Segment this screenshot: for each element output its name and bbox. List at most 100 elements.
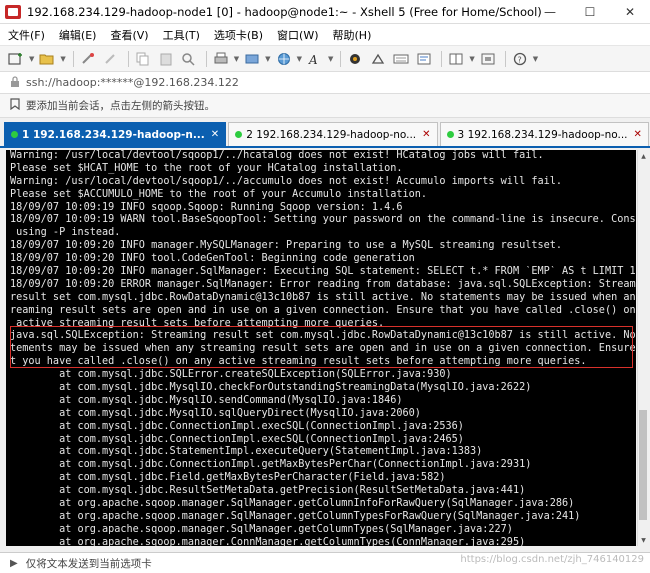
terminal-line: at com.mysql.jdbc.ResultSetMetaData.getP… xyxy=(10,485,526,497)
menu-tools[interactable]: 工具(T) xyxy=(163,27,200,43)
terminal-line: at com.mysql.jdbc.ConnectionImpl.execSQL… xyxy=(10,433,464,445)
tab-bar: 1 192.168.234.129-hadoop-n... ✕ 2 192.16… xyxy=(0,118,650,148)
tab-label: 192.168.234.129-hadoop-no... xyxy=(467,128,628,141)
tab-number: 1 xyxy=(22,128,30,141)
terminal-line: 18/09/07 10:09:19 WARN tool.BaseSqoopToo… xyxy=(10,214,636,226)
toolbar: ▼ ▼ ▼ ▼ ▼ A ▼ ▼ ? ▼ xyxy=(0,46,650,72)
tab-session-2[interactable]: 2 192.168.234.129-hadoop-no... ✕ xyxy=(228,122,438,146)
terminal-output[interactable]: Warning: /usr/local/devtool/sqoop1/../hc… xyxy=(6,150,636,546)
watermark: https://blog.csdn.net/zjh_746140129 xyxy=(460,554,644,565)
reconnect-icon[interactable] xyxy=(78,50,98,68)
window-controls: — ☐ ✕ xyxy=(530,0,650,24)
terminal-line: at com.mysql.jdbc.StatementImpl.executeQ… xyxy=(10,446,483,458)
hint-text: 要添加当前会话，点击左侧的箭头按钮。 xyxy=(26,100,215,112)
disconnect-icon[interactable] xyxy=(101,50,121,68)
terminal-line: using -P instead. xyxy=(10,227,121,239)
terminal-line: 18/09/07 10:09:20 INFO manager.SqlManage… xyxy=(10,266,636,278)
session-hint-bar: 要添加当前会话，点击左侧的箭头按钮。 xyxy=(0,94,650,118)
minimize-button[interactable]: — xyxy=(530,0,570,24)
terminal-line: at com.mysql.jdbc.ConnectionImpl.execSQL… xyxy=(10,420,464,432)
connected-status-icon xyxy=(235,131,243,138)
paste-icon[interactable] xyxy=(156,50,176,68)
chevron-down-icon[interactable]: ▼ xyxy=(469,55,474,63)
transfer-icon[interactable] xyxy=(242,50,262,68)
globe-icon[interactable] xyxy=(274,50,294,68)
chevron-down-icon[interactable]: ▼ xyxy=(533,55,538,63)
menu-view[interactable]: 查看(V) xyxy=(110,27,148,43)
terminal-line: at org.apache.sqoop.manager.SqlManager.g… xyxy=(10,523,513,535)
terminal-line: Warning: /usr/local/devtool/sqoop1/../ac… xyxy=(10,175,563,187)
xshell-app-icon xyxy=(5,4,21,19)
lock-icon xyxy=(10,75,20,90)
terminal-line: 18/09/07 10:09:20 INFO tool.CodeGenTool:… xyxy=(10,253,415,265)
chevron-down-icon[interactable]: ▼ xyxy=(297,55,302,63)
title-bar: 192.168.234.129-hadoop-node1 [0] - hadoo… xyxy=(0,0,650,24)
tab-session-3[interactable]: 3 192.168.234.129-hadoop-no... ✕ xyxy=(439,122,649,146)
chevron-down-icon[interactable]: ▼ xyxy=(60,55,65,63)
layout-icon[interactable] xyxy=(446,50,466,68)
menu-window[interactable]: 窗口(W) xyxy=(277,27,318,43)
chevron-down-icon[interactable]: ▼ xyxy=(328,55,333,63)
keyboard-icon[interactable] xyxy=(391,50,411,68)
toolbar-divider xyxy=(441,50,443,67)
terminal-line: active streaming result sets before atte… xyxy=(10,317,385,329)
window-title: 192.168.234.129-hadoop-node1 [0] - hadoo… xyxy=(27,4,542,19)
menu-edit[interactable]: 编辑(E) xyxy=(59,27,97,43)
terminal-line: java.sql.SQLException: Streaming result … xyxy=(10,330,636,342)
script-icon[interactable] xyxy=(368,50,388,68)
scroll-thumb[interactable] xyxy=(639,410,647,520)
scroll-up-icon[interactable]: ▲ xyxy=(638,150,649,162)
connected-status-icon xyxy=(11,131,18,138)
send-arrow-icon[interactable]: ▶ xyxy=(10,558,18,569)
tab-close-icon[interactable]: ✕ xyxy=(634,129,642,140)
terminal-line: 18/09/07 10:09:19 INFO sqoop.Sqoop: Runn… xyxy=(10,201,403,213)
connected-status-icon xyxy=(446,131,454,138)
chevron-down-icon[interactable]: ▼ xyxy=(265,55,270,63)
copy-icon[interactable] xyxy=(133,50,153,68)
menu-file[interactable]: 文件(F) xyxy=(8,27,45,43)
terminal-line: at com.mysql.jdbc.MysqlIO.sqlQueryDirect… xyxy=(10,407,421,419)
terminal-line: Please set $HCAT_HOME to the root of you… xyxy=(10,162,403,174)
toolbar-divider xyxy=(127,50,129,67)
terminal-line: 18/09/07 10:09:20 INFO manager.MySQLMana… xyxy=(10,240,563,252)
print-icon[interactable] xyxy=(211,50,231,68)
compose-icon[interactable] xyxy=(414,50,434,68)
terminal-line: t you have called .close() on any active… xyxy=(10,356,587,368)
xftp-icon[interactable] xyxy=(345,50,365,68)
terminal-line: at com.mysql.jdbc.SQLError.createSQLExce… xyxy=(10,369,452,381)
terminal-line: Warning: /usr/local/devtool/sqoop1/../hc… xyxy=(10,150,544,161)
svg-text:?: ? xyxy=(517,55,521,64)
terminal-line: Please set $ACCUMULO_HOME to the root of… xyxy=(10,188,428,200)
terminal-line: at org.apache.sqoop.manager.SqlManager.g… xyxy=(10,498,575,510)
fullscreen-icon[interactable] xyxy=(478,50,498,68)
send-bar-text: 仅将文本发送到当前选项卡 xyxy=(25,557,152,570)
new-session-icon[interactable] xyxy=(6,50,26,68)
tab-close-icon[interactable]: ✕ xyxy=(422,129,430,140)
tab-number: 2 xyxy=(246,128,253,141)
toolbar-divider xyxy=(72,50,74,67)
font-icon[interactable]: A xyxy=(305,50,325,68)
terminal-line: at org.apache.sqoop.manager.ConnManager.… xyxy=(10,536,526,546)
find-icon[interactable] xyxy=(179,50,199,68)
tab-label: 192.168.234.129-hadoop-no... xyxy=(256,128,417,141)
menu-tabs[interactable]: 选项卡(B) xyxy=(214,27,263,43)
tab-session-1[interactable]: 1 192.168.234.129-hadoop-n... ✕ xyxy=(4,122,227,146)
close-button[interactable]: ✕ xyxy=(610,0,650,24)
menu-help[interactable]: 帮助(H) xyxy=(333,27,372,43)
toolbar-divider xyxy=(340,50,342,67)
tab-close-icon[interactable]: ✕ xyxy=(211,129,219,140)
open-folder-icon[interactable] xyxy=(37,50,57,68)
terminal-line: at org.apache.sqoop.manager.SqlManager.g… xyxy=(10,510,581,522)
scroll-down-icon[interactable]: ▼ xyxy=(638,534,649,546)
tab-number: 3 xyxy=(457,128,465,141)
help-icon[interactable]: ? xyxy=(510,50,530,68)
maximize-button[interactable]: ☐ xyxy=(570,0,610,24)
chevron-down-icon[interactable]: ▼ xyxy=(234,55,239,63)
tab-label: 192.168.234.129-hadoop-n... xyxy=(32,128,205,141)
address-bar[interactable]: ssh://hadoop:******@192.168.234.122 xyxy=(0,72,650,94)
bookmark-icon[interactable] xyxy=(10,98,20,113)
chevron-down-icon[interactable]: ▼ xyxy=(29,55,34,63)
terminal-scrollbar[interactable]: ▲ ▼ xyxy=(637,150,648,546)
toolbar-divider xyxy=(504,50,506,67)
terminal-line: at com.mysql.jdbc.MysqlIO.checkForOutsta… xyxy=(10,382,532,394)
